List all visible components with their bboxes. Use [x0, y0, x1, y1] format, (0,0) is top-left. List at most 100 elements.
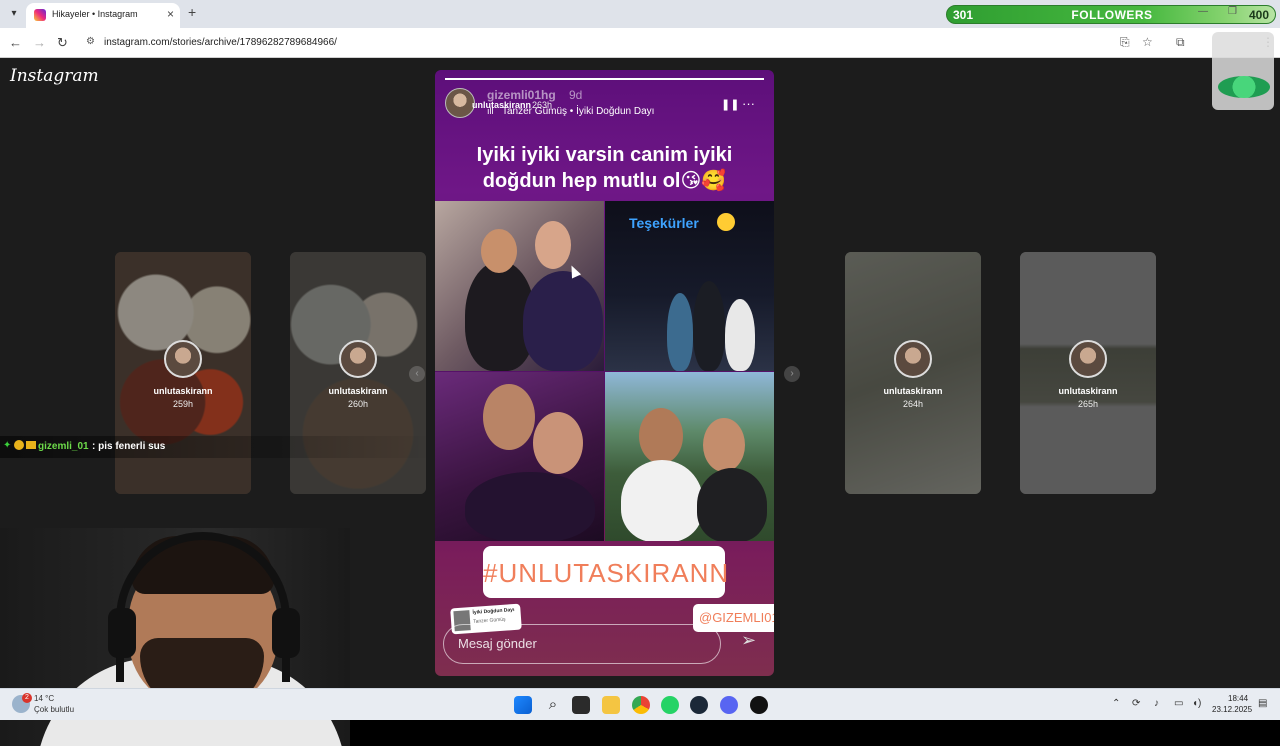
previous-story-icon[interactable]: ‹ — [409, 366, 425, 382]
collage-photo — [435, 372, 604, 541]
person-figure — [621, 460, 703, 541]
tab-close-icon[interactable]: × — [167, 7, 174, 21]
tab-strip: ▾ Hikayeler • Instagram × + 301 FOLLOWER… — [0, 0, 1280, 28]
story-age: 259h — [172, 399, 194, 409]
music-attribution[interactable]: Tanzer Gümüş • İyiki Doğdun Dayı — [502, 106, 654, 117]
notification-bell-icon[interactable]: ▤ — [1258, 698, 1267, 709]
site-info-icon[interactable]: ⚙ — [86, 36, 95, 47]
tab-title: Hikayeler • Instagram — [52, 9, 138, 19]
tray-chevron-icon[interactable]: ⌃ — [1112, 698, 1120, 709]
whatsapp-icon[interactable] — [661, 696, 679, 714]
face — [481, 229, 517, 273]
person-figure — [693, 281, 725, 371]
windows-start-icon[interactable] — [514, 696, 532, 714]
headset-earcup — [272, 608, 300, 658]
active-story[interactable]: gizemli01hg 9d unlutaskirann 263h ıll Ta… — [435, 70, 774, 676]
steam-icon[interactable] — [690, 696, 708, 714]
story-username: unlutaskirann — [153, 386, 213, 396]
collage-photo: Teşekürler — [605, 201, 774, 371]
obs-icon[interactable] — [750, 696, 768, 714]
stream-chat-message: ✦ gizemli_01 : pis fenerli sus — [0, 436, 440, 458]
reshared-age: 9d — [569, 88, 583, 102]
pause-icon[interactable]: ❚❚ — [721, 98, 739, 111]
chat-badge-icon — [14, 440, 24, 450]
url-text: instagram.com/stories/archive/1789628278… — [104, 37, 337, 48]
weather-condition: Çok bulutlu — [34, 705, 75, 714]
story-username: unlutaskirann — [883, 386, 943, 396]
instagram-logo[interactable]: Instagram — [10, 66, 99, 86]
task-view-icon[interactable] — [572, 696, 590, 714]
hashtag-sticker[interactable]: #UNLUTASKIRANN — [483, 546, 730, 598]
back-icon[interactable]: ← — [9, 35, 22, 50]
instagram-favicon-icon — [34, 9, 46, 21]
microphone-icon[interactable]: ♪ — [1154, 698, 1159, 709]
progress-fill — [445, 78, 764, 80]
followers-label: FOLLOWERS — [1071, 8, 1153, 22]
tray-app-icon[interactable]: ⟳ — [1132, 698, 1140, 709]
avatar — [164, 340, 202, 378]
chat-badge-icon — [26, 441, 36, 449]
followers-goal: 400 — [1248, 8, 1269, 22]
story-age: 265h — [1077, 399, 1099, 409]
next-story-icon[interactable]: › — [784, 366, 800, 382]
discord-icon[interactable] — [720, 696, 738, 714]
story-username: unlutaskirann — [328, 386, 388, 396]
face — [703, 418, 745, 472]
collage-photo — [605, 372, 774, 541]
weather-temperature: 14 °C — [34, 694, 55, 703]
face — [639, 408, 683, 464]
person-figure — [725, 299, 755, 371]
face — [483, 384, 535, 450]
side-story-card[interactable]: unlutaskirann 264h — [845, 252, 981, 494]
photo-collage: Teşekürler — [435, 201, 774, 541]
hashtag-text: #UNLUTASKIRANN — [483, 558, 730, 588]
address-bar[interactable]: ⚙ instagram.com/stories/archive/17896282… — [80, 32, 1110, 54]
person-figure — [523, 271, 603, 371]
clock-date[interactable]: 23.12.2025 — [1212, 705, 1252, 714]
side-story-card[interactable]: unlutaskirann 265h — [1020, 252, 1156, 494]
chrome-icon[interactable] — [632, 696, 650, 714]
reply-input[interactable]: Mesaj gönder — [443, 624, 721, 664]
person-figure — [465, 472, 595, 541]
smile-emoji-icon — [717, 213, 735, 231]
person-figure — [667, 293, 693, 371]
avatar[interactable] — [445, 88, 475, 118]
volume-icon[interactable]: ◖) — [1192, 698, 1201, 709]
music-sticker-title: İyiki Doğdun Dayı — [472, 607, 515, 616]
avatar — [1069, 340, 1107, 378]
bookmark-star-icon[interactable]: ☆ — [1142, 35, 1153, 49]
avatar — [894, 340, 932, 378]
tab-instagram-stories[interactable]: Hikayeler • Instagram × — [26, 3, 180, 28]
mention-text: @GIZEMLI01 — [699, 610, 774, 625]
avatar — [339, 340, 377, 378]
restore-icon[interactable]: ❐ — [1228, 6, 1237, 17]
network-icon[interactable]: ▭ — [1174, 698, 1183, 709]
new-tab-button[interactable]: + — [188, 4, 196, 20]
minimize-icon[interactable]: — — [1198, 6, 1208, 17]
clock-time[interactable]: 18:44 — [1228, 694, 1248, 703]
story-age: 260h — [347, 399, 369, 409]
reply-placeholder: Mesaj gönder — [458, 636, 537, 651]
more-options-icon[interactable]: ··· — [742, 96, 755, 111]
chat-username: gizemli_01 — [38, 441, 89, 452]
chat-badge-icon: ✦ — [3, 440, 12, 451]
extensions-icon[interactable]: ⧉ — [1176, 35, 1185, 50]
face — [535, 221, 571, 269]
install-app-icon[interactable]: ⎘ — [1120, 35, 1130, 50]
search-icon[interactable]: ⌕ — [544, 696, 562, 714]
windows-taskbar: 2 14 °C Çok bulutlu ⌕ ⌃ ⟳ ♪ ▭ ◖) 18:44 2… — [0, 688, 1280, 720]
chat-text: : pis fenerli sus — [92, 441, 166, 452]
followers-goal-bar: 301 FOLLOWERS 400 — [946, 5, 1276, 24]
story-age: 264h — [902, 399, 924, 409]
forward-icon[interactable]: → — [33, 35, 46, 50]
headset-earcup — [108, 608, 136, 658]
gems-icon — [1218, 76, 1270, 98]
story-username: unlutaskirann — [1058, 386, 1118, 396]
address-toolbar: ← → ↻ ⚙ instagram.com/stories/archive/17… — [0, 28, 1280, 58]
file-explorer-icon[interactable] — [602, 696, 620, 714]
notification-badge: 2 — [22, 693, 32, 703]
stories-page: Instagram unlutaskirann 259h unlutaskira… — [0, 58, 1280, 746]
reload-icon[interactable]: ↻ — [57, 35, 68, 51]
tab-search-icon[interactable]: ▾ — [6, 6, 22, 22]
send-icon[interactable]: ➢ — [741, 630, 756, 651]
